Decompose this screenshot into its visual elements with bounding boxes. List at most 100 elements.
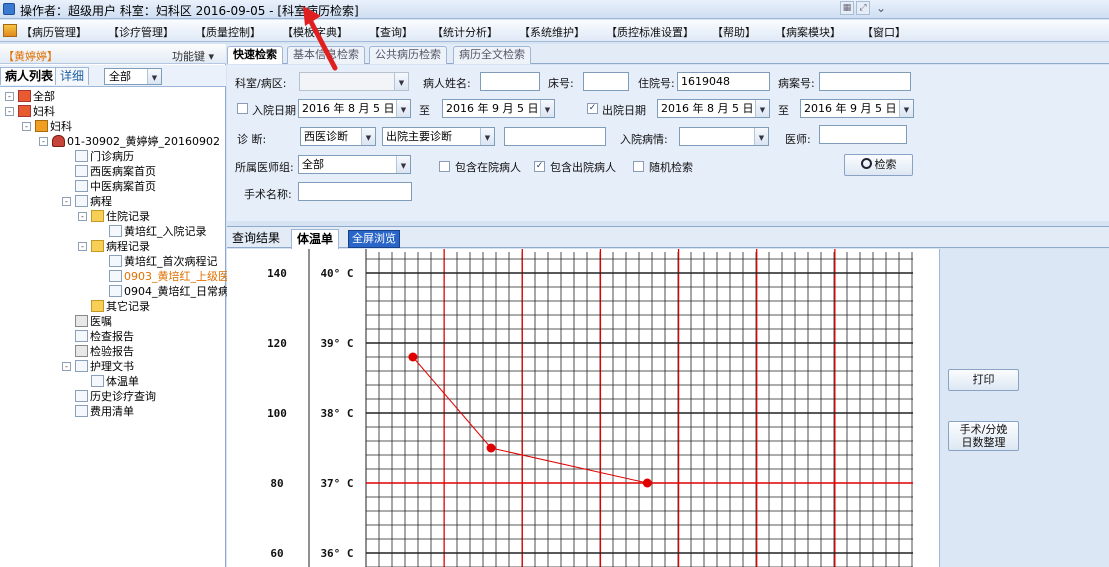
tree-node[interactable]: 护理文书 — [75, 360, 134, 374]
menu-system[interactable]: 【系统维护】 — [519, 24, 585, 40]
tree-node[interactable]: 费用清单 — [75, 405, 134, 419]
bed-input[interactable] — [583, 72, 629, 91]
inpatient-no-input[interactable]: 1619048 — [677, 72, 770, 91]
tree-node[interactable]: 黄培红_入院记录 — [109, 225, 207, 239]
dropdown-arrow-icon[interactable] — [361, 128, 375, 145]
tree-node[interactable]: 妇科 — [18, 105, 55, 119]
tree-node[interactable]: 检查报告 — [75, 330, 134, 344]
tree-expander-icon[interactable]: - — [62, 362, 71, 371]
function-key-button[interactable]: 功能键 ▾ — [172, 48, 214, 64]
admit-from-date[interactable]: 2016 年 8 月 5 日 — [298, 99, 411, 118]
tree-expander-icon[interactable]: - — [62, 197, 71, 206]
include-inpatient-checkbox[interactable] — [439, 161, 450, 172]
dropdown-arrow-icon[interactable] — [396, 156, 410, 173]
diagnosis-type-select[interactable]: 西医诊断 — [300, 127, 376, 146]
menu-window[interactable]: 【窗口】 — [862, 24, 906, 40]
discharge-from-date[interactable]: 2016 年 8 月 5 日 — [657, 99, 770, 118]
tree-node[interactable]: 01-30902_黄婷婷_20160902 — [52, 135, 220, 149]
tab-quick-search[interactable]: 快速检索 — [227, 46, 283, 64]
menu-records[interactable]: 【病案模块】 — [775, 24, 841, 40]
dropdown-arrow-icon[interactable] — [899, 100, 913, 117]
menu-qc-standards[interactable]: 【质控标准设置】 — [606, 24, 694, 40]
tab-fulltext-search[interactable]: 病历全文检索 — [453, 46, 531, 64]
print-button[interactable]: 打印 — [948, 369, 1019, 391]
tree-expander-icon[interactable]: - — [22, 122, 31, 131]
tree-expander-icon[interactable]: - — [78, 242, 87, 251]
admit-condition-select[interactable] — [679, 127, 769, 146]
tree-node[interactable]: 体温单 — [91, 375, 139, 389]
chart-series — [408, 352, 652, 488]
chevron-down-icon[interactable]: ⌄ — [872, 1, 890, 15]
discharge-to-date[interactable]: 2016 年 9 月 5 日 — [800, 99, 914, 118]
temperature-series-line — [412, 356, 648, 484]
tab-query-results[interactable]: 查询结果 — [227, 229, 285, 249]
search-button[interactable]: 检索 — [844, 154, 913, 176]
diagnosis-text-input[interactable] — [504, 127, 606, 146]
document-icon — [109, 270, 122, 282]
fullscreen-button[interactable]: 全屏浏览 — [348, 230, 400, 248]
tree-expander-icon[interactable]: - — [39, 137, 48, 146]
doctor-input[interactable] — [819, 125, 907, 144]
tree-expander-icon[interactable]: - — [78, 212, 87, 221]
menu-help[interactable]: 【帮助】 — [712, 24, 756, 40]
admit-to-date[interactable]: 2016 年 9 月 5 日 — [442, 99, 555, 118]
tree-node[interactable]: 其它记录 — [91, 300, 150, 314]
tree-node-label: 01-30902_黄婷婷_20160902 — [67, 135, 220, 148]
tree-node[interactable]: 历史诊疗查询 — [75, 390, 156, 404]
tab-public-search[interactable]: 公共病历检索 — [369, 46, 447, 64]
surgery-days-button[interactable]: 手术/分娩 日数整理 — [948, 421, 1019, 451]
random-search-checkbox[interactable] — [633, 161, 644, 172]
restore-icon[interactable]: ⤢ — [856, 1, 870, 15]
dropdown-arrow-icon[interactable] — [755, 100, 769, 117]
include-discharged-checkbox[interactable]: ✓ — [534, 161, 545, 172]
menu-quality[interactable]: 【质量控制】 — [195, 24, 261, 40]
diagnosis-label: 诊 断: — [237, 133, 267, 146]
tree-node[interactable]: 病程 — [75, 195, 112, 209]
diagnosis-scope-select[interactable]: 出院主要诊断 — [382, 127, 495, 146]
patient-filter-select[interactable]: 全部 — [104, 68, 162, 85]
dropdown-arrow-icon[interactable] — [396, 100, 410, 117]
folder-icon — [91, 210, 104, 222]
dropdown-arrow-icon[interactable] — [394, 73, 408, 90]
tree-node-label: 费用清单 — [90, 405, 134, 418]
tab-patient-list[interactable]: 病人列表 — [0, 67, 59, 85]
tree-node[interactable]: 住院记录 — [91, 210, 150, 224]
user-row: 【黄婷婷】 功能键 ▾ — [0, 44, 226, 64]
tree-node[interactable]: 医嘱 — [75, 315, 112, 329]
tree-node[interactable]: 妇科 — [35, 120, 72, 134]
patient-name-input[interactable] — [480, 72, 540, 91]
dropdown-arrow-icon[interactable] — [540, 100, 554, 117]
tree-node[interactable]: 0903_黄培红_上级医 — [109, 270, 229, 284]
tree-node[interactable]: 0904_黄培红_日常病 — [109, 285, 229, 299]
admit-date-checkbox[interactable] — [237, 103, 248, 114]
tree-node[interactable]: 黄培红_首次病程记 — [109, 255, 218, 269]
discharge-date-checkbox[interactable]: ✓ — [587, 103, 598, 114]
menu-query[interactable]: 【查询】 — [369, 24, 413, 40]
dropdown-arrow-icon[interactable] — [147, 69, 161, 84]
tree-expander-icon[interactable]: - — [5, 107, 14, 116]
dept-select[interactable] — [299, 72, 409, 91]
menu-statistics[interactable]: 【统计分析】 — [432, 24, 498, 40]
grid-icon[interactable]: ▦ — [840, 1, 854, 15]
dropdown-arrow-icon[interactable] — [480, 128, 494, 145]
tree-node[interactable]: 西医病案首页 — [75, 165, 156, 179]
tree-node[interactable]: 全部 — [18, 90, 55, 104]
dropdown-arrow-icon[interactable] — [754, 128, 768, 145]
tab-detail[interactable]: 详细 — [55, 67, 90, 85]
tree-node[interactable]: 检验报告 — [75, 345, 134, 359]
tree-node[interactable]: 病程记录 — [91, 240, 150, 254]
order-icon — [75, 345, 88, 357]
tree-node[interactable]: 门诊病历 — [75, 150, 134, 164]
discharge-date-label: 出院日期 — [602, 104, 646, 117]
menu-treatment[interactable]: 【诊疗管理】 — [108, 24, 174, 40]
document-icon — [75, 360, 88, 372]
tree-node[interactable]: 中医病案首页 — [75, 180, 156, 194]
tab-temperature-chart[interactable]: 体温单 — [291, 229, 340, 249]
tree-node-label: 全部 — [33, 90, 55, 103]
pulse-tick-label: 80 — [270, 477, 283, 490]
surgery-name-input[interactable] — [298, 182, 412, 201]
menu-case-management[interactable]: 【病历管理】 — [21, 24, 87, 40]
tree-expander-icon[interactable]: - — [5, 92, 14, 101]
case-no-input[interactable] — [819, 72, 911, 91]
doctor-group-select[interactable]: 全部 — [298, 155, 411, 174]
